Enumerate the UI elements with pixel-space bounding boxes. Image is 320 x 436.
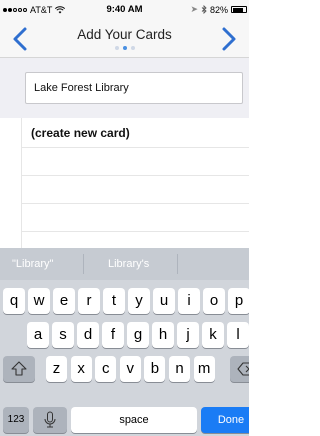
list-item[interactable]: [21, 204, 249, 232]
suggestion-divider: [177, 254, 178, 274]
key-e[interactable]: e: [53, 288, 75, 314]
list-item[interactable]: [21, 148, 249, 176]
key-j[interactable]: j: [177, 322, 199, 348]
create-new-card-label: (create new card): [31, 126, 130, 140]
location-arrow-icon: ➤: [190, 4, 198, 14]
forward-chevron-icon[interactable]: [217, 26, 239, 52]
page-title: Add Your Cards: [77, 27, 172, 42]
battery-icon: [231, 6, 247, 13]
key-y[interactable]: y: [128, 288, 150, 314]
microphone-icon: [44, 411, 56, 428]
page-dot: [114, 46, 119, 50]
backspace-key[interactable]: [230, 356, 249, 382]
key-i[interactable]: i: [178, 288, 200, 314]
shift-icon: [11, 361, 27, 376]
key-g[interactable]: g: [127, 322, 149, 348]
page-dot: [122, 46, 127, 50]
page-dot: [130, 46, 135, 50]
suggestion-divider: [83, 254, 84, 274]
battery-percent: 82%: [209, 4, 228, 15]
key-q[interactable]: q: [3, 288, 25, 314]
key-l[interactable]: l: [227, 322, 249, 348]
key-o[interactable]: o: [203, 288, 225, 314]
key-v[interactable]: v: [119, 356, 141, 382]
key-h[interactable]: h: [152, 322, 174, 348]
library-search-input[interactable]: [25, 72, 243, 104]
search-container: [0, 58, 249, 118]
bluetooth-icon: [201, 5, 207, 14]
list-item[interactable]: [21, 176, 249, 204]
key-a[interactable]: a: [27, 322, 49, 348]
key-r[interactable]: r: [78, 288, 100, 314]
done-key[interactable]: Done: [201, 407, 249, 433]
key-b[interactable]: b: [144, 356, 166, 382]
space-key[interactable]: space: [71, 407, 197, 433]
status-right: ➤ 82%: [190, 4, 247, 15]
navigation-bar: Add Your Cards: [0, 20, 249, 58]
key-m[interactable]: m: [193, 356, 215, 382]
card-list: (create new card): [21, 118, 249, 260]
key-z[interactable]: z: [46, 356, 67, 382]
key-t[interactable]: t: [103, 288, 125, 314]
key-s[interactable]: s: [52, 322, 74, 348]
keyboard: "Library" Library's qwertyuiop asdfghjkl…: [0, 248, 249, 436]
key-d[interactable]: d: [77, 322, 99, 348]
key-f[interactable]: f: [102, 322, 124, 348]
shift-key[interactable]: [3, 356, 35, 382]
suggestion-bar: "Library" Library's: [0, 248, 249, 280]
content-area: (create new card): [0, 58, 249, 260]
key-p[interactable]: p: [228, 288, 249, 314]
backspace-icon: [237, 362, 249, 376]
key-w[interactable]: w: [28, 288, 50, 314]
suggestion-2[interactable]: Library's: [108, 258, 149, 270]
key-u[interactable]: u: [153, 288, 175, 314]
numbers-key[interactable]: 123: [3, 407, 29, 433]
create-new-card-row[interactable]: (create new card): [21, 118, 249, 148]
dictation-key[interactable]: [33, 407, 67, 433]
key-k[interactable]: k: [202, 322, 224, 348]
screen: AT&T 9:40 AM ➤ 82% Add Your Cards Lake F…: [0, 0, 249, 436]
status-bar: AT&T 9:40 AM ➤ 82%: [0, 0, 249, 20]
key-x[interactable]: x: [70, 356, 92, 382]
key-c[interactable]: c: [95, 356, 117, 382]
key-n[interactable]: n: [169, 356, 190, 382]
suggestion-1[interactable]: "Library": [12, 258, 53, 270]
page-indicator: [0, 46, 249, 50]
